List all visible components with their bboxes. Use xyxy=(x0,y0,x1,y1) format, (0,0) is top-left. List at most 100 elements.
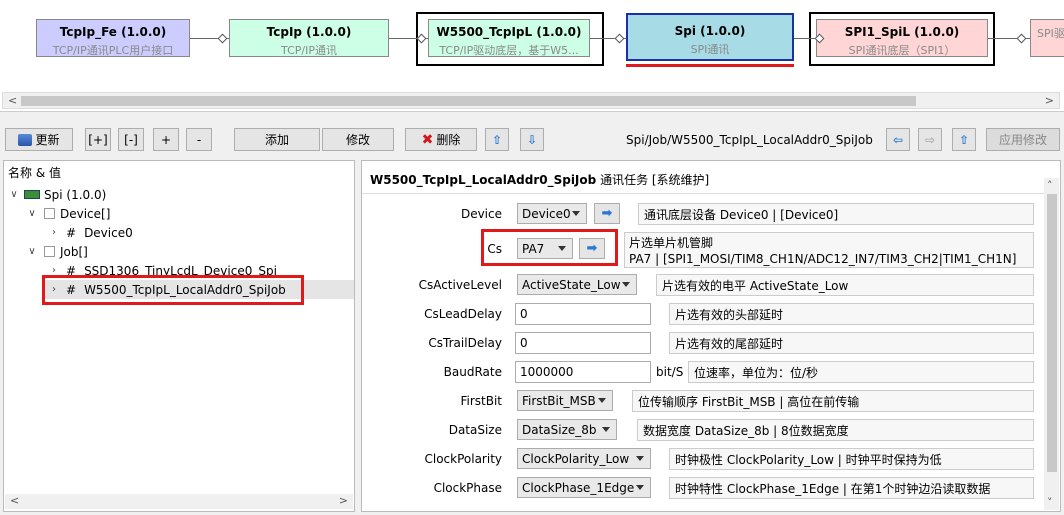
nav-forward-button[interactable]: ⇨ xyxy=(918,128,942,151)
node-title: Spi (1.0.0) xyxy=(674,24,746,38)
label-device: Device xyxy=(460,207,502,221)
node-subtitle: TCP/IP通讯PLC用户接口 xyxy=(52,44,174,57)
connector-diamond xyxy=(1016,33,1027,44)
header-divider xyxy=(362,193,1044,194)
array-icon xyxy=(44,208,55,219)
clockpolarity-value: ClockPolarity_Low xyxy=(522,451,630,466)
scroll-thumb[interactable] xyxy=(21,96,916,106)
device-select[interactable]: Device0 xyxy=(517,203,587,224)
scroll-left-icon[interactable]: < xyxy=(10,494,19,507)
apply-changes-button[interactable]: 应用修改 xyxy=(986,128,1060,151)
datasize-select[interactable]: DataSize_8b xyxy=(517,419,617,440)
plus-button[interactable]: + xyxy=(153,128,179,151)
nav-back-button[interactable]: ⇦ xyxy=(886,128,910,151)
cstraildelay-desc: 片选有效的尾部延时 xyxy=(669,332,1034,354)
label-cstraildelay: CsTrailDelay xyxy=(428,336,502,350)
delete-button[interactable]: ✖ 删除 xyxy=(405,128,477,151)
connector-diamond xyxy=(217,33,228,44)
chevron-right-icon[interactable]: › xyxy=(48,227,60,238)
property-header: W5500_TcpIpL_LocalAddr0_SpiJob 通讯任务 [系统维… xyxy=(370,171,709,188)
label-firstbit: FirstBit xyxy=(460,394,502,408)
move-down-button[interactable]: ⇩ xyxy=(520,128,544,151)
job-desc: 通讯任务 [系统维护] xyxy=(600,173,710,187)
cs-desc: 片选单片机管脚 PA7 | [SPI1_MOSI/TIM8_CH1N/ADC12… xyxy=(624,232,1034,268)
add-label: 添加 xyxy=(264,133,289,147)
scroll-right-icon[interactable]: > xyxy=(339,494,348,507)
dropdown-arrow-icon xyxy=(636,485,644,490)
scroll-up-icon[interactable]: ˄ xyxy=(1047,179,1053,192)
module-icon xyxy=(24,190,40,199)
cs-desc-line2: PA7 | [SPI1_MOSI/TIM8_CH1N/ADC12_IN7/TIM… xyxy=(629,252,1017,266)
clockpolarity-desc: 时钟极性 ClockPolarity_Low | 时钟平时保持为低 xyxy=(669,448,1034,470)
tree-item-device-array[interactable]: ∨ Device[] xyxy=(26,204,110,223)
arrow-up-icon: ⇧ xyxy=(491,132,503,147)
arrow-up-icon: ⇧ xyxy=(958,132,970,147)
tree-item-spi[interactable]: ∨ Spi (1.0.0) xyxy=(8,185,106,204)
node-partial[interactable]: SPI驱 xyxy=(1030,19,1064,57)
clockphase-select[interactable]: ClockPhase_1Edge xyxy=(517,477,651,498)
minus-button[interactable]: - xyxy=(186,128,212,151)
minus-label: - xyxy=(196,132,202,147)
connector xyxy=(794,38,816,39)
scroll-thumb[interactable] xyxy=(1047,194,1057,472)
csactivelevel-select[interactable]: ActiveState_Low xyxy=(517,274,637,295)
arrow-left-icon: ⇦ xyxy=(892,132,904,147)
tree-header: 名称 & 值 xyxy=(8,166,61,180)
arrow-right-icon: ➡ xyxy=(601,206,613,221)
dropdown-arrow-icon xyxy=(598,398,606,403)
chevron-down-icon[interactable]: ∨ xyxy=(26,246,38,257)
label-csactivelevel: CsActiveLevel xyxy=(418,278,502,292)
array-icon xyxy=(44,246,55,257)
dropdown-arrow-icon xyxy=(602,427,610,432)
node-title: W5500_TcpIpL (1.0.0) xyxy=(436,25,582,39)
csleaddelay-input[interactable]: 0 xyxy=(515,303,651,325)
property-scrollbar[interactable]: ˄ ˅ xyxy=(1044,178,1059,510)
clockpolarity-select[interactable]: ClockPolarity_Low xyxy=(517,448,651,469)
scroll-right-icon[interactable]: > xyxy=(1045,94,1054,107)
node-tcpip-fe[interactable]: TcpIp_Fe (1.0.0) TCP/IP通讯PLC用户接口 xyxy=(36,19,190,57)
cs-desc-line1: 片选单片机管脚 xyxy=(629,236,714,250)
label-clockpolarity: ClockPolarity xyxy=(424,452,502,466)
scroll-left-icon[interactable]: < xyxy=(8,94,17,107)
modify-button[interactable]: 修改 xyxy=(322,128,394,151)
hash-icon: # xyxy=(66,225,77,240)
node-spi1-spil[interactable]: SPI1_SpiL (1.0.0) SPI通讯底层（SPI1） xyxy=(816,19,988,57)
refresh-icon xyxy=(18,133,33,146)
csactivelevel-value: ActiveState_Low xyxy=(522,277,621,292)
expand-all-button[interactable]: [+] xyxy=(85,128,111,151)
refresh-button[interactable]: 更新 xyxy=(5,128,73,151)
datasize-desc: 数据宽度 DataSize_8b | 8位数据宽度 xyxy=(637,419,1034,441)
move-up-button[interactable]: ⇧ xyxy=(485,128,509,151)
scroll-down-icon[interactable]: ˅ xyxy=(1047,496,1053,509)
node-subtitle: TCP/IP通讯 xyxy=(281,44,337,57)
device-goto-button[interactable]: ➡ xyxy=(594,203,620,224)
label-datasize: DataSize xyxy=(448,423,502,437)
modify-label: 修改 xyxy=(345,133,370,147)
node-subtitle: TCP/IP驱动底层，基于W5... xyxy=(439,44,579,57)
property-panel: W5500_TcpIpL_LocalAddr0_SpiJob 通讯任务 [系统维… xyxy=(361,160,1061,512)
collapse-all-button[interactable]: [-] xyxy=(118,128,144,151)
collapse-label: [-] xyxy=(124,132,138,147)
tree-scrollbar[interactable]: < > xyxy=(5,494,353,509)
diagram-scrollbar[interactable]: < > xyxy=(2,92,1060,109)
node-tcpip[interactable]: TcpIp (1.0.0) TCP/IP通讯 xyxy=(229,19,389,57)
plus-label: + xyxy=(160,132,172,147)
chevron-down-icon[interactable]: ∨ xyxy=(26,208,38,219)
tree-item-job-array[interactable]: ∨ Job[] xyxy=(26,242,88,261)
cstraildelay-input[interactable]: 0 xyxy=(515,332,651,354)
node-spi[interactable]: Spi (1.0.0) SPI通讯 xyxy=(626,13,794,61)
node-title: SPI1_SpiL (1.0.0) xyxy=(844,25,960,39)
add-button[interactable]: 添加 xyxy=(234,128,320,151)
node-w5500-tcpipl[interactable]: W5500_TcpIpL (1.0.0) TCP/IP驱动底层，基于W5... xyxy=(428,19,590,57)
highlight-box-cs xyxy=(481,229,618,266)
baudrate-input[interactable]: 1000000 xyxy=(515,361,651,383)
tree-item-label: Device[] xyxy=(60,206,111,221)
firstbit-select[interactable]: FirstBit_MSB xyxy=(517,390,613,411)
arrow-right-icon: ⇨ xyxy=(924,132,936,147)
chevron-down-icon[interactable]: ∨ xyxy=(8,189,20,200)
nav-up-button[interactable]: ⇧ xyxy=(952,128,976,151)
highlight-box-tree xyxy=(42,275,304,305)
config-tree: 名称 & 值 ∨ Spi (1.0.0) ∨ Device[] › # Devi… xyxy=(3,160,355,512)
module-diagram: TcpIp_Fe (1.0.0) TCP/IP通讯PLC用户接口 TcpIp (… xyxy=(0,0,1064,112)
tree-item-device0[interactable]: › # Device0 xyxy=(48,223,133,242)
